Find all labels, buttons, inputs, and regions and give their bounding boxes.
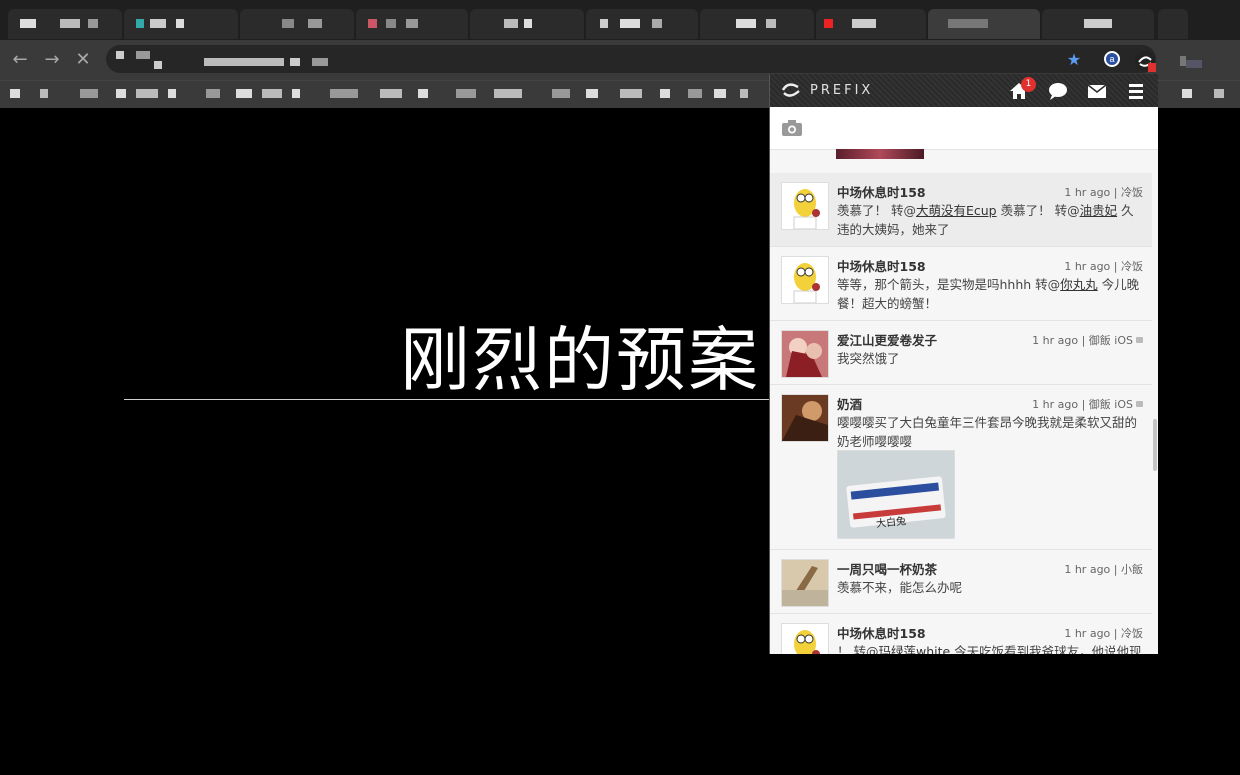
- post-source: 冷饭: [1121, 627, 1143, 640]
- post-source: 冷饭: [1121, 186, 1143, 199]
- avatar[interactable]: [781, 182, 829, 230]
- post-text: 等等，那个箭头，是实物是吗hhhh 转@你丸丸 今儿晚餐！超大的螃蟹！: [837, 277, 1140, 311]
- timeline-post[interactable]: 一周只喝一杯奶茶 1 hr ago | 小飯 羡慕不来，能怎么办呢: [770, 550, 1152, 614]
- back-button[interactable]: ←: [8, 48, 32, 72]
- post-meta: 1 hr ago | 冷饭: [1064, 260, 1143, 273]
- heading-underline: [124, 399, 769, 400]
- comment-icon[interactable]: [1047, 80, 1069, 102]
- post-username[interactable]: 一周只喝一杯奶茶: [837, 559, 937, 578]
- lock-icon: [1136, 337, 1143, 343]
- post-time[interactable]: 1 hr ago: [1064, 627, 1110, 640]
- post-meta: 1 hr ago | 御飯 iOS: [1032, 396, 1143, 412]
- post-time[interactable]: 1 hr ago: [1064, 563, 1110, 576]
- post-username[interactable]: 中场休息时158: [837, 623, 926, 642]
- prefix-extension-icon[interactable]: [1134, 50, 1157, 72]
- mention-link[interactable]: 油贵妃: [1080, 203, 1118, 218]
- browser-tab[interactable]: [700, 9, 814, 39]
- notification-badge: 1: [1021, 77, 1036, 92]
- post-source: 冷饭: [1121, 260, 1143, 273]
- forward-button[interactable]: →: [40, 48, 64, 72]
- post-username[interactable]: 奶酒: [837, 394, 862, 413]
- timeline-feed[interactable]: 中场休息时158 1 hr ago | 冷饭 羡慕了！ 转@大萌没有Ecup 羡…: [770, 149, 1158, 654]
- menu-icon[interactable]: [1125, 80, 1147, 102]
- prefix-popup: PREFIX 1 中场休息时158 1 hr ago | 冷饭 羡慕了！ 转@大…: [769, 74, 1158, 654]
- avatar[interactable]: [781, 559, 829, 607]
- browser-tab[interactable]: [124, 9, 238, 39]
- avatar[interactable]: [781, 256, 829, 304]
- bookmark-star-icon[interactable]: ★: [1064, 50, 1084, 70]
- prefix-logo-icon: [781, 83, 800, 97]
- post-source: 御飯 iOS: [1088, 334, 1133, 347]
- timeline-post[interactable]: 中场休息时158 1 hr ago | 冷饭 等等，那个箭头，是实物是吗hhhh…: [770, 247, 1152, 321]
- avatar[interactable]: [781, 394, 829, 442]
- timeline-post[interactable]: 爱江山更爱卷发子 1 hr ago | 御飯 iOS 我突然饿了: [770, 321, 1152, 385]
- popup-header: PREFIX 1: [770, 74, 1158, 107]
- timeline-post[interactable]: 中场休息时158 1 hr ago | 冷饭 羡慕了！ 转@大萌没有Ecup 羡…: [770, 173, 1152, 247]
- post-username[interactable]: 中场休息时158: [837, 256, 926, 275]
- timeline-post[interactable]: 中场休息时158 1 hr ago | 冷饭 ！ 转@玛绿莲white 今天吃饭…: [770, 614, 1152, 654]
- lock-icon: [1136, 401, 1143, 407]
- post-meta: 1 hr ago | 冷饭: [1064, 627, 1143, 640]
- post-text: ！ 转@玛绿莲white 今天吃饭看到我爸球友，他说他现: [837, 642, 1145, 654]
- browser-tab[interactable]: [240, 9, 354, 39]
- post-time[interactable]: 1 hr ago: [1032, 398, 1078, 411]
- post-source: 御飯 iOS: [1088, 398, 1133, 411]
- post-time[interactable]: 1 hr ago: [1064, 260, 1110, 273]
- post-text: 我突然饿了: [837, 351, 900, 366]
- avatar[interactable]: [781, 623, 829, 654]
- camera-icon[interactable]: [781, 119, 803, 137]
- browser-tab[interactable]: [586, 9, 698, 39]
- browser-tab[interactable]: [470, 9, 584, 39]
- browser-tab[interactable]: [356, 9, 468, 39]
- mention-link[interactable]: 大萌没有Ecup: [916, 203, 997, 218]
- browser-tab[interactable]: [1042, 9, 1154, 39]
- previous-post-image: [836, 149, 924, 159]
- post-text: 羡慕了！ 转@大萌没有Ecup 羡慕了！ 转@油贵妃 久违的大姨妈，她来了: [837, 203, 1134, 237]
- post-meta: 1 hr ago | 冷饭: [1064, 186, 1143, 199]
- mention-link[interactable]: 玛绿莲white: [878, 644, 950, 654]
- address-bar[interactable]: [106, 45, 1156, 73]
- post-username[interactable]: 爱江山更爱卷发子: [837, 330, 937, 349]
- post-text: 羡慕不来，能怎么办呢: [837, 580, 963, 595]
- composer-bar[interactable]: [770, 107, 1158, 150]
- post-time[interactable]: 1 hr ago: [1064, 186, 1110, 199]
- post-meta: 1 hr ago | 御飯 iOS: [1032, 332, 1143, 348]
- post-username[interactable]: 中场休息时158: [837, 182, 926, 201]
- timeline-post[interactable]: 奶酒 1 hr ago | 御飯 iOS 嘤嘤嘤买了大白兔童年三件套昂今晚我就是…: [770, 385, 1152, 550]
- mention-link[interactable]: 你丸丸: [1060, 277, 1098, 292]
- mail-icon[interactable]: [1086, 80, 1108, 102]
- new-tab-button[interactable]: [1158, 9, 1188, 39]
- post-image[interactable]: 大白兔: [837, 450, 955, 539]
- stop-button[interactable]: ✕: [71, 48, 95, 72]
- post-meta: 1 hr ago | 小飯: [1064, 563, 1143, 576]
- browser-tab[interactable]: [816, 9, 926, 39]
- feed-scrollbar[interactable]: [1153, 419, 1157, 471]
- svg-text:a: a: [1109, 54, 1114, 64]
- avatar[interactable]: [781, 330, 829, 378]
- post-source: 小飯: [1121, 563, 1143, 576]
- post-text: 嘤嘤嘤买了大白兔童年三件套昂今晚我就是柔软又甜的奶老师嘤嘤嘤: [837, 415, 1138, 449]
- brand-name: PREFIX: [810, 83, 874, 98]
- page-heading: 刚烈的预案: [400, 319, 760, 401]
- post-time[interactable]: 1 hr ago: [1032, 334, 1078, 347]
- extension-a-icon[interactable]: a: [1102, 50, 1122, 70]
- profile-icon[interactable]: [1176, 50, 1202, 70]
- browser-tab-active[interactable]: [928, 9, 1040, 39]
- tab-strip: [0, 0, 1240, 40]
- browser-tab[interactable]: [8, 9, 122, 39]
